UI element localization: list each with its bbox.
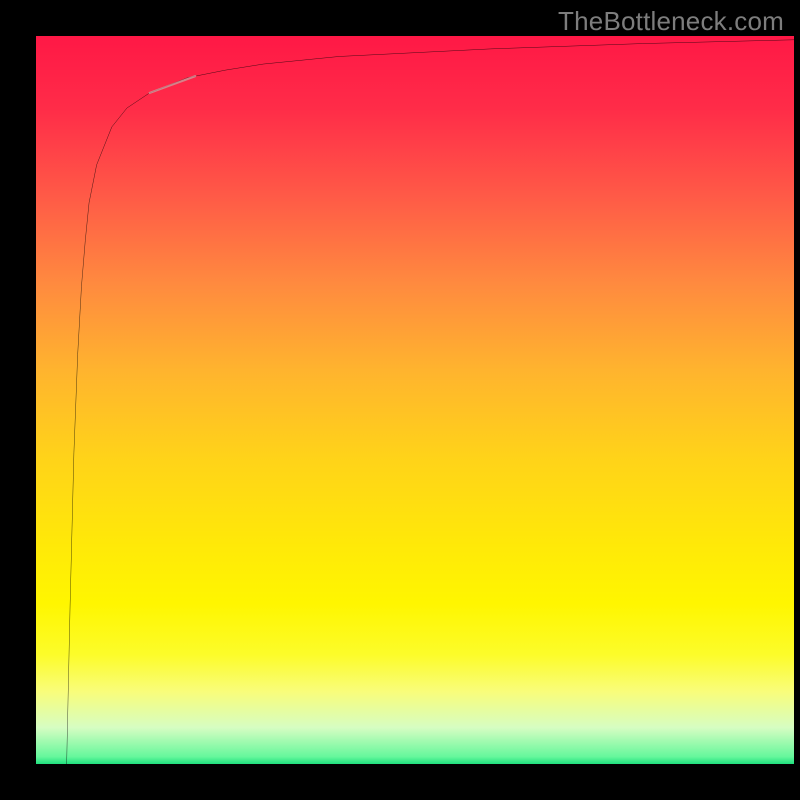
curve-layer: [36, 36, 794, 764]
bottleneck-curve: [66, 40, 794, 764]
plot-area: [36, 36, 794, 764]
chart-frame: TheBottleneck.com: [0, 0, 800, 800]
curve-marker: [150, 76, 195, 93]
attribution-label: TheBottleneck.com: [558, 6, 784, 37]
